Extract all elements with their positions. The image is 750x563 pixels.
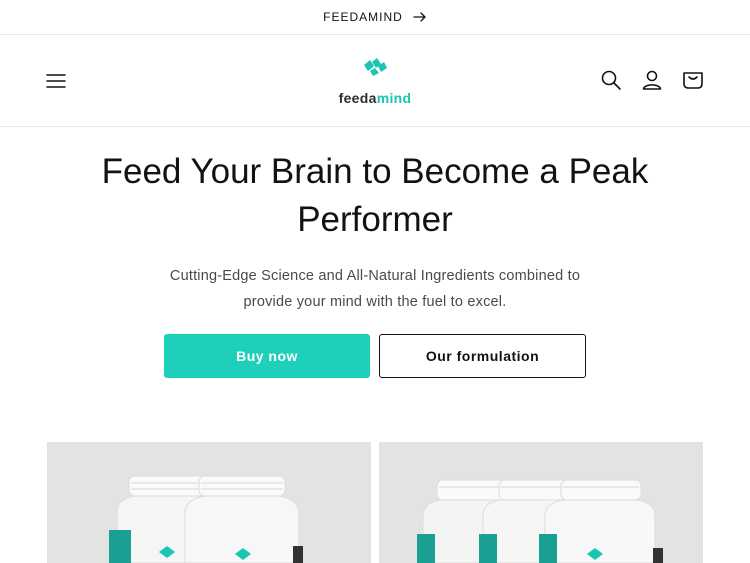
announcement-text[interactable]: FEEDAMIND <box>323 10 403 24</box>
search-icon[interactable] <box>600 69 622 91</box>
site-header: feedamind <box>0 36 750 127</box>
account-icon[interactable] <box>641 69 663 91</box>
buy-now-button[interactable]: Buy now <box>164 334 370 378</box>
brain-logo-icon <box>364 58 387 76</box>
site-logo[interactable]: feedamind <box>325 54 425 112</box>
two-bottle-image <box>109 475 303 563</box>
cart-icon[interactable] <box>682 69 704 91</box>
arrow-right-icon <box>413 12 426 22</box>
three-bottle-image <box>417 479 663 563</box>
hero-title: Feed Your Brain to Become a Peak Perform… <box>101 152 649 239</box>
hero-subtitle: Cutting-Edge Science and All-Natural Ing… <box>169 268 581 310</box>
logo-word-2: mind <box>376 90 412 106</box>
logo-word-1: feeda <box>338 90 377 106</box>
product-card-three-bottles[interactable] <box>379 442 703 563</box>
announcement-bar[interactable]: FEEDAMIND <box>0 0 750 35</box>
product-card-two-bottles[interactable] <box>47 442 371 563</box>
logo-wordmark: feedamind <box>325 90 425 106</box>
our-formulation-button[interactable]: Our formulation <box>379 334 586 378</box>
bottle-right <box>184 475 303 563</box>
hamburger-menu-icon[interactable] <box>44 69 68 93</box>
